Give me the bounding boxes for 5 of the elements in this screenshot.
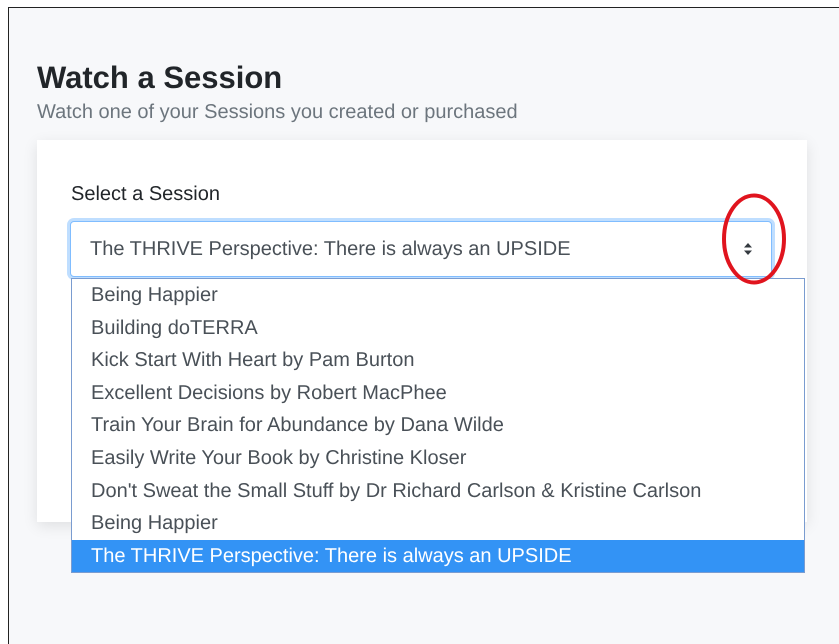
page-subtitle: Watch one of your Sessions you created or purchased: [37, 100, 519, 125]
page-title: Watch a Session: [37, 59, 284, 96]
session-select[interactable]: The THRIVE Perspective: There is always an UPSIDE: [70, 221, 772, 277]
field-label: Select a Session: [71, 182, 220, 207]
updown-caret-icon: [743, 242, 753, 256]
